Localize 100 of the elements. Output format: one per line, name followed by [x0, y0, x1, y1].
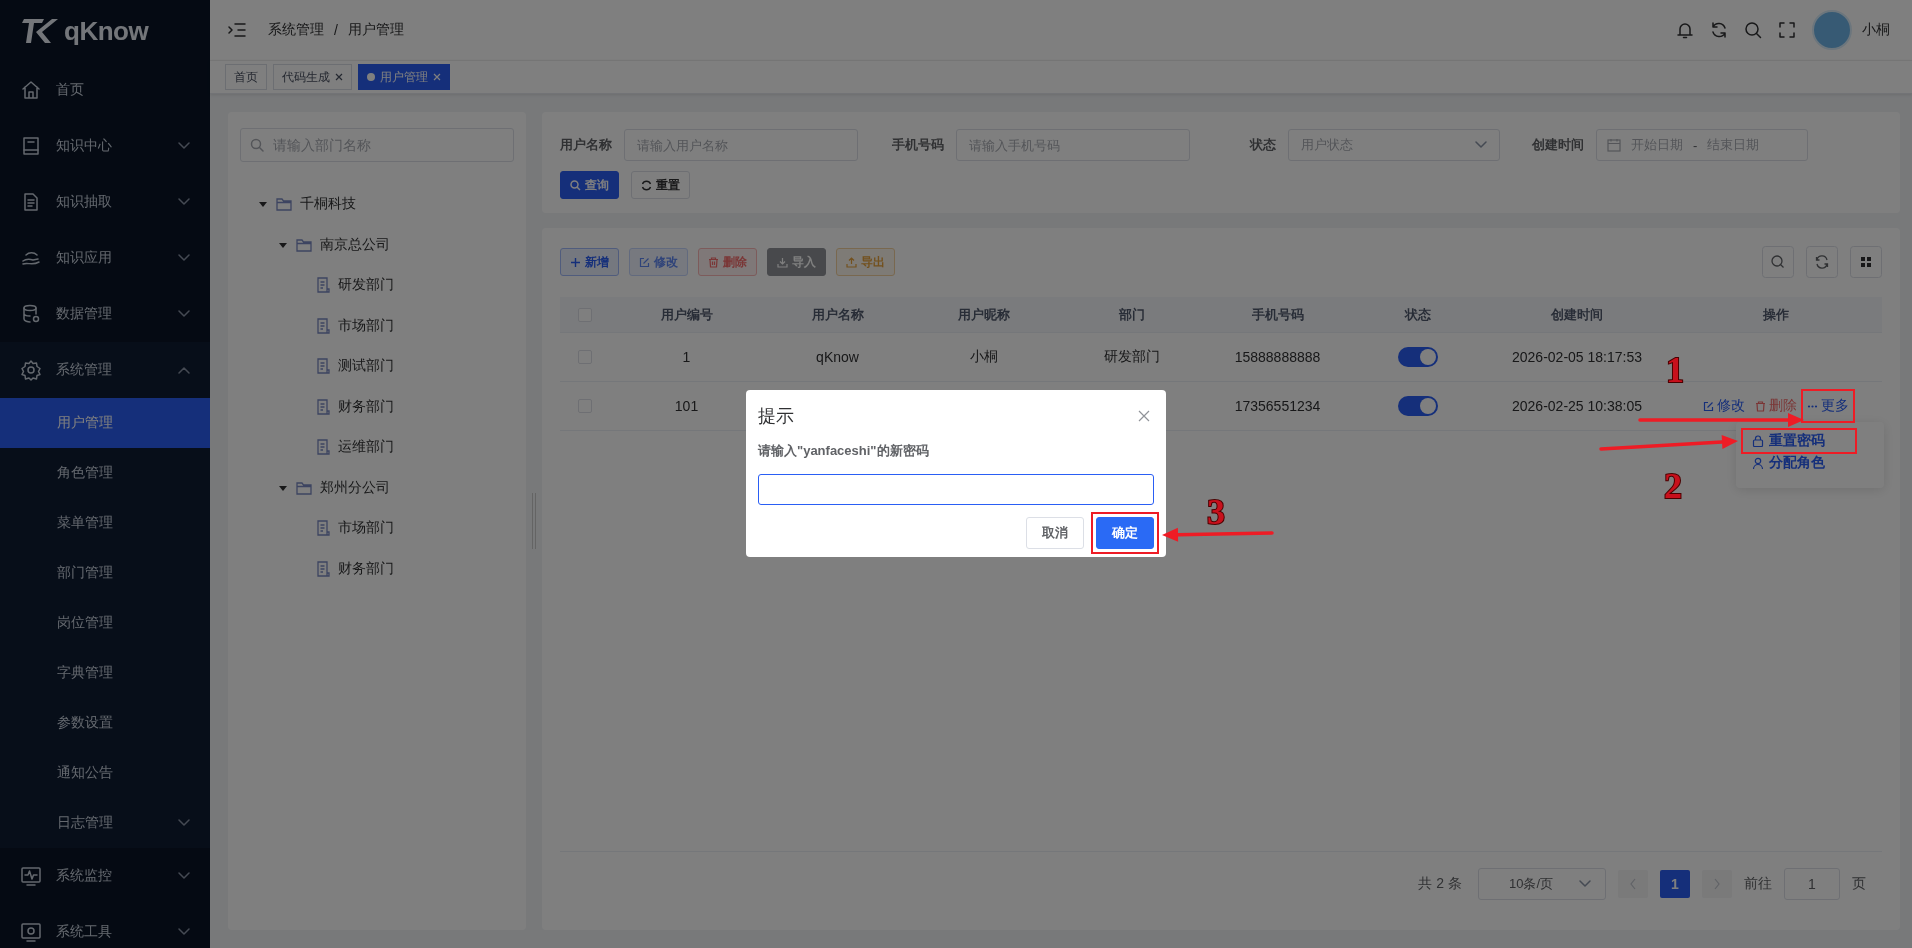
menu-item[interactable]: 分配角色: [1736, 452, 1884, 474]
column-header: 创建时间: [1550, 305, 1604, 324]
document-icon: [316, 277, 330, 294]
monitor-icon: [20, 865, 42, 887]
lock-icon: [1752, 435, 1764, 447]
tree-node[interactable]: 千桐科技: [300, 195, 356, 214]
document-icon: [316, 358, 330, 375]
cancel-button[interactable]: 取消: [1026, 517, 1084, 549]
close-icon[interactable]: [335, 73, 343, 81]
sidebar-item[interactable]: 菜单管理: [0, 498, 210, 548]
sidebar-item[interactable]: 数据管理: [0, 286, 210, 342]
sidebar-item[interactable]: 系统工具: [0, 904, 210, 948]
sidebar-item[interactable]: 知识中心: [0, 118, 210, 174]
more-link[interactable]: 更多: [1807, 397, 1849, 415]
document-icon: [316, 560, 330, 577]
sidebar-item[interactable]: 系统监控: [0, 848, 210, 904]
confirm-button[interactable]: 确定: [1096, 517, 1154, 549]
tree-node[interactable]: 财务部门: [338, 559, 394, 578]
column-header: 用户编号: [659, 305, 714, 324]
edit-icon: [1703, 400, 1714, 412]
field-label: 用户名称: [560, 136, 612, 154]
fullscreen-icon[interactable]: [1778, 21, 1796, 39]
dialog-message: 请输入"yanfaceshi"的新密码: [758, 442, 930, 460]
field-label: 状态: [1250, 136, 1276, 154]
table-cell-text: 17356551234: [1233, 398, 1322, 414]
folder-icon: [296, 237, 312, 252]
field-label: 创建时间: [1532, 136, 1584, 154]
sidebar-item[interactable]: 用户管理: [0, 398, 210, 448]
step-number: 1: [1666, 350, 1684, 390]
tab[interactable]: 代码生成: [273, 64, 352, 90]
sidebar-item[interactable]: 首页: [0, 62, 210, 118]
sidebar-item[interactable]: 字典管理: [0, 648, 210, 698]
tree-node[interactable]: 市场部门: [338, 316, 394, 335]
sidebar-item[interactable]: 参数设置: [0, 698, 210, 748]
document-icon: [316, 398, 330, 415]
menu-item[interactable]: 重置密码: [1736, 430, 1884, 452]
avatar[interactable]: [1812, 10, 1852, 50]
column-header: 部门: [1118, 305, 1146, 324]
document-icon: [316, 520, 330, 537]
tree-node[interactable]: 南京总公司: [320, 235, 390, 254]
edit-icon: [639, 256, 650, 268]
sidebar-item[interactable]: 系统管理: [0, 342, 210, 398]
bell-icon[interactable]: [1676, 21, 1694, 39]
sidebar-item[interactable]: 部门管理: [0, 548, 210, 598]
search-button[interactable]: [1762, 246, 1794, 278]
user-name[interactable]: 小桐: [1862, 21, 1890, 39]
column-header: 用户昵称: [957, 305, 1011, 324]
column-header: 手机号码: [1250, 305, 1305, 324]
table-cell-text: 2026-02-05 18:17:53: [1511, 349, 1643, 365]
sidebar-item[interactable]: 知识抽取: [0, 174, 210, 230]
page-input[interactable]: 1: [1784, 868, 1840, 900]
sidebar-item[interactable]: 角色管理: [0, 448, 210, 498]
chevron-icon: [1475, 141, 1487, 149]
tree-node[interactable]: 测试部门: [338, 357, 394, 376]
page-suffix: 页: [1852, 875, 1866, 893]
refresh-icon[interactable]: [1710, 21, 1728, 39]
tree-node[interactable]: 研发部门: [338, 276, 394, 295]
delete-button[interactable]: 删除: [698, 248, 757, 276]
toggle-switch[interactable]: [1398, 396, 1438, 416]
goto-label: 前往: [1744, 875, 1772, 893]
sidebar-item[interactable]: 日志管理: [0, 798, 210, 848]
step-number: 2: [1664, 466, 1682, 506]
table-cell-text: 2026-02-25 10:38:05: [1511, 398, 1643, 414]
close-icon[interactable]: [1138, 410, 1150, 422]
search-button[interactable]: 查询: [560, 171, 619, 199]
home-icon: [20, 79, 42, 101]
tab[interactable]: 用户管理: [358, 64, 450, 90]
sidebar-item[interactable]: 通知公告: [0, 748, 210, 798]
delete-link[interactable]: 删除: [1755, 397, 1797, 415]
document-icon: [316, 439, 330, 456]
tree-node[interactable]: 市场部门: [338, 519, 394, 538]
tree-node[interactable]: 运维部门: [338, 438, 394, 457]
add-button[interactable]: 新增: [560, 248, 619, 276]
search-icon: [570, 179, 581, 191]
step-number: 3: [1207, 492, 1225, 532]
table-cell-text: 101: [673, 398, 700, 414]
page-size-select[interactable]: 10条/页: [1478, 868, 1606, 900]
search-icon[interactable]: [1744, 21, 1762, 39]
tab[interactable]: 首页: [225, 64, 267, 90]
password-field[interactable]: [758, 474, 1154, 505]
trash-icon: [1755, 400, 1766, 412]
upload-icon: [846, 256, 857, 268]
menu-icon[interactable]: [228, 22, 246, 38]
sidebar-item[interactable]: 知识应用: [0, 230, 210, 286]
reset-button[interactable]: 重置: [631, 171, 690, 199]
edit-link[interactable]: 修改: [1703, 397, 1745, 415]
tree-node[interactable]: 郑州分公司: [320, 478, 390, 497]
table-cell-text: 1: [681, 349, 692, 365]
database-icon: [20, 303, 42, 325]
sidebar-item[interactable]: 岗位管理: [0, 598, 210, 648]
table-cell-text: 15888888888: [1233, 349, 1322, 365]
document-icon: [316, 317, 330, 334]
tree-node[interactable]: 财务部门: [338, 397, 394, 416]
logo-icon: [22, 16, 58, 46]
page-button[interactable]: 1: [1660, 870, 1690, 898]
grid-button[interactable]: [1850, 246, 1882, 278]
refresh-icon: [641, 179, 652, 191]
refresh-button[interactable]: [1806, 246, 1838, 278]
toggle-switch[interactable]: [1398, 347, 1438, 367]
breadcrumb-item[interactable]: 系统管理: [268, 21, 324, 39]
